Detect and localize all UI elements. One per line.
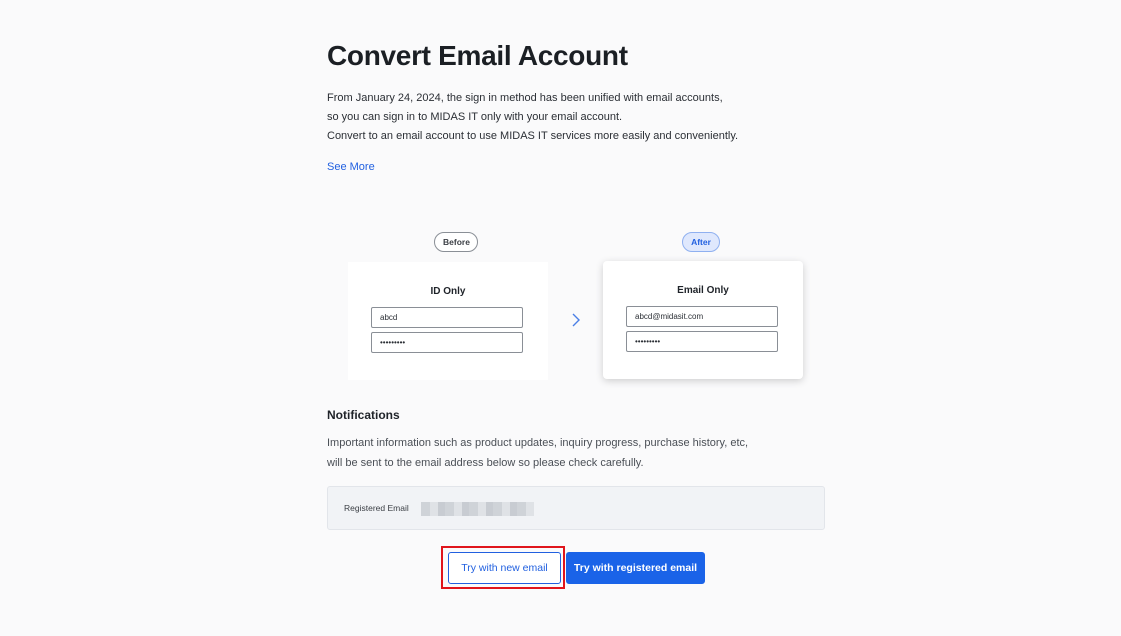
password-field-example: •••••••••	[371, 332, 523, 353]
after-card-title: Email Only	[677, 285, 729, 296]
id-field-example: abcd	[371, 307, 523, 328]
before-card: ID Only abcd •••••••••	[348, 262, 548, 380]
try-registered-email-button[interactable]: Try with registered email	[566, 552, 705, 584]
see-more-link[interactable]: See More	[327, 161, 375, 173]
description-line: Convert to an email account to use MIDAS…	[327, 130, 739, 142]
description-line: From January 24, 2024, the sign in metho…	[327, 92, 723, 104]
chevron-right-icon	[572, 313, 580, 327]
description-line: so you can sign in to MIDAS IT only with…	[327, 111, 623, 123]
email-field-example: abcd@midasit.com	[626, 306, 778, 327]
registered-email-box: Registered Email	[327, 486, 825, 530]
after-badge: After	[682, 232, 720, 252]
notifications-line: will be sent to the email address below …	[327, 457, 644, 469]
notifications-title: Notifications	[327, 408, 400, 422]
notifications-description: Important information such as product up…	[327, 433, 748, 473]
try-new-email-button[interactable]: Try with new email	[448, 552, 561, 584]
before-badge: Before	[434, 232, 478, 252]
password-field-example: •••••••••	[626, 331, 778, 352]
page-title: Convert Email Account	[327, 40, 628, 71]
registered-email-value-redacted	[421, 502, 534, 516]
notifications-line: Important information such as product up…	[327, 437, 749, 449]
after-card: Email Only abcd@midasit.com •••••••••	[603, 261, 803, 379]
registered-email-label: Registered Email	[344, 503, 409, 513]
before-card-title: ID Only	[430, 286, 466, 297]
page-description: From January 24, 2024, the sign in metho…	[327, 89, 738, 146]
